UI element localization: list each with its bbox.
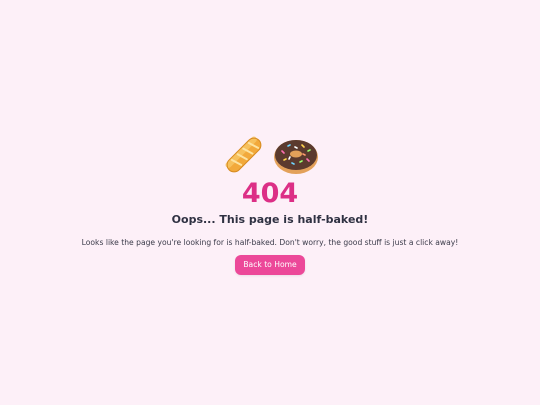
error-code: 404	[241, 178, 299, 209]
page-title: Oops... This page is half-baked!	[171, 213, 369, 226]
illustration	[0, 130, 540, 180]
error-message: Looks like the page you're looking for i…	[81, 238, 459, 247]
not-found-page: 404 Oops... This page is half-baked! Loo…	[0, 0, 540, 405]
back-to-home-button[interactable]: Back to Home	[235, 255, 305, 275]
donut-icon	[272, 131, 320, 179]
baguette-icon	[220, 131, 268, 179]
